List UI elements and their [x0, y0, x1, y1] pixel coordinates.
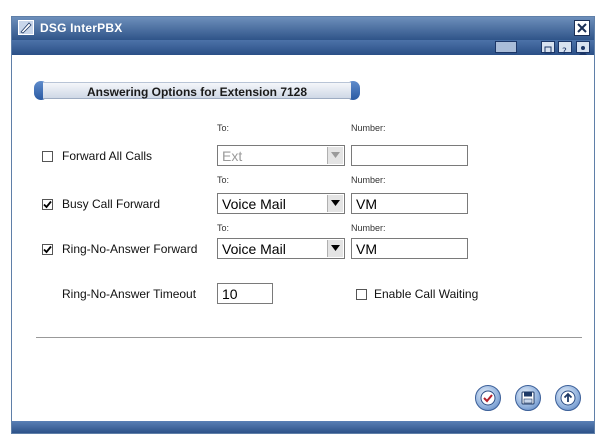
timeout-input[interactable]: 10 — [217, 283, 273, 304]
ring-no-answer-destination-select[interactable]: Voice Mail — [217, 238, 345, 259]
to-label-3: To: — [217, 223, 230, 233]
app-window: DSG InterPBX ? Answering Options for Ext… — [11, 16, 595, 434]
check-circle-icon — [480, 390, 496, 406]
ok-button[interactable] — [475, 385, 501, 411]
up-arrow-icon — [560, 390, 576, 406]
toolbar-spacer — [495, 41, 517, 53]
header-bar: Answering Options for Extension 7128 — [43, 82, 351, 99]
ring-no-answer-number-value: VM — [356, 241, 377, 257]
busy-forward-destination-value: Voice Mail — [222, 196, 286, 212]
ring-no-answer-number-input[interactable]: VM — [351, 238, 468, 259]
restore-window-icon[interactable] — [541, 41, 555, 54]
forward-all-number-input[interactable] — [351, 145, 468, 166]
busy-forward-number-value: VM — [356, 196, 377, 212]
call-waiting-checkbox[interactable] — [356, 289, 367, 300]
status-footer — [12, 421, 594, 433]
toolbar: ? — [12, 40, 594, 57]
busy-forward-label: Busy Call Forward — [62, 197, 161, 211]
up-button[interactable] — [555, 385, 581, 411]
save-disk-icon — [521, 391, 535, 405]
to-label-2: To: — [217, 175, 230, 185]
chevron-down-icon[interactable] — [327, 147, 343, 164]
svg-text:?: ? — [562, 47, 567, 55]
forward-all-destination-select[interactable]: Ext — [217, 145, 345, 166]
forward-all-checkbox[interactable] — [42, 151, 53, 162]
pencil-app-icon — [18, 20, 34, 35]
ring-no-answer-destination-value: Voice Mail — [222, 241, 286, 257]
window-title: DSG InterPBX — [40, 21, 123, 35]
number-label-1: Number: — [351, 123, 386, 133]
call-waiting-label: Enable Call Waiting — [374, 287, 479, 301]
ring-no-answer-label: Ring-No-Answer Forward — [62, 242, 198, 256]
section-title: Answering Options for Extension 7128 — [86, 85, 308, 99]
number-label-3: Number: — [351, 223, 386, 233]
forward-all-destination-value: Ext — [222, 148, 243, 164]
chevron-down-icon[interactable] — [327, 195, 343, 212]
section-header: Answering Options for Extension 7128 — [34, 81, 360, 100]
number-label-2: Number: — [351, 175, 386, 185]
chevron-down-icon[interactable] — [327, 240, 343, 257]
timeout-value: 10 — [222, 286, 238, 302]
title-bar: DSG InterPBX — [12, 17, 594, 40]
forward-all-label: Forward All Calls — [62, 149, 153, 163]
to-label-1: To: — [217, 123, 230, 133]
busy-forward-destination-select[interactable]: Voice Mail — [217, 193, 345, 214]
help-icon[interactable]: ? — [558, 41, 572, 57]
divider — [36, 337, 582, 338]
close-icon[interactable] — [574, 20, 590, 36]
ring-no-answer-checkbox[interactable] — [42, 244, 53, 255]
save-button[interactable] — [515, 385, 541, 411]
user-icon[interactable] — [576, 41, 590, 55]
timeout-label: Ring-No-Answer Timeout — [62, 287, 197, 301]
busy-forward-checkbox[interactable] — [42, 199, 53, 210]
busy-forward-number-input[interactable]: VM — [351, 193, 468, 214]
